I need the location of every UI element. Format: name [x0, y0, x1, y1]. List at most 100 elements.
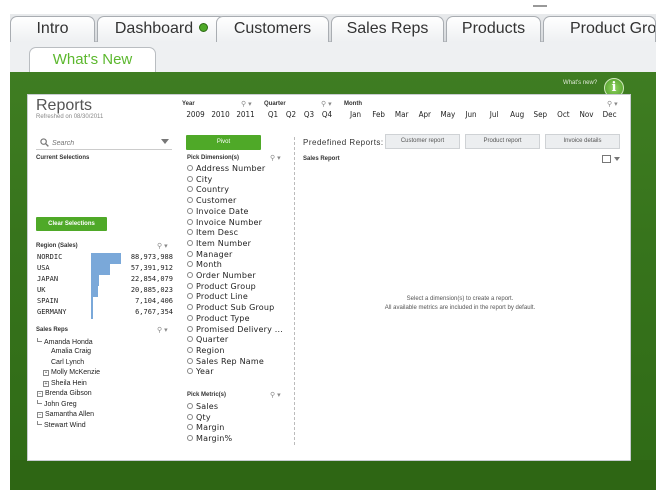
sales-rep-item[interactable]: Stewart Wind — [37, 421, 86, 429]
radio-icon — [187, 346, 193, 353]
sales-rep-name: Molly McKenzie — [51, 369, 101, 377]
sales-rep-item[interactable]: Carl Lynch — [51, 359, 84, 366]
tab-sales-reps[interactable]: Sales Reps — [331, 16, 444, 42]
region-row[interactable]: USA 57,391,912 — [37, 264, 173, 275]
dimension-option[interactable]: Item Desc — [187, 228, 238, 237]
tree-branch-icon — [37, 421, 42, 426]
metric-menu-icon[interactable]: ⚲ ▾ — [270, 391, 281, 399]
dimension-option[interactable]: Item Number — [187, 239, 251, 248]
year-option[interactable]: 2011 — [233, 110, 258, 119]
quarter-option[interactable]: Q4 — [318, 110, 336, 119]
table-options-icon[interactable] — [602, 155, 611, 163]
dimension-option[interactable]: Promised Delivery ... — [187, 325, 283, 334]
dimension-label: Quarter — [196, 335, 229, 345]
metric-option[interactable]: Margin% — [187, 434, 232, 443]
minimize-dash[interactable] — [533, 5, 547, 7]
sales-rep-item[interactable]: John Greg — [37, 400, 77, 408]
dimension-option[interactable]: Region — [187, 346, 225, 355]
tab-products[interactable]: Products — [446, 16, 541, 42]
expand-icon[interactable]: − — [37, 411, 43, 418]
search-input[interactable] — [52, 138, 152, 148]
expand-icon[interactable]: + — [43, 380, 49, 387]
dimension-option[interactable]: Manager — [187, 250, 232, 259]
month-option[interactable]: Feb — [367, 110, 390, 119]
quarter-option[interactable]: Q3 — [300, 110, 318, 119]
dimension-label: Region — [196, 345, 225, 355]
dimension-option[interactable]: Quarter — [187, 335, 228, 344]
dimension-option[interactable]: Address Number — [187, 164, 265, 173]
dimension-option[interactable]: Product Sub Group — [187, 303, 274, 312]
selected-dot-icon: • — [43, 370, 49, 377]
dimension-label: Sales Rep Name — [196, 356, 264, 366]
month-option[interactable]: Jul — [483, 110, 506, 119]
month-option[interactable]: Dec — [598, 110, 621, 119]
year-listbox-menu-icon[interactable]: ⚲ ▾ — [241, 100, 252, 108]
dimension-option[interactable]: Sales Rep Name — [187, 357, 264, 366]
month-option[interactable]: Jan — [344, 110, 367, 119]
dimension-option[interactable]: Invoice Date — [187, 207, 249, 216]
radio-icon — [187, 272, 193, 278]
clear-selections-button[interactable]: Clear Selections — [36, 217, 107, 231]
sales-rep-name: Amanda Honda — [44, 339, 93, 346]
sales-rep-item[interactable]: − Brenda Gibson — [37, 390, 92, 397]
dimension-option[interactable]: Product Group — [187, 282, 256, 291]
region-row[interactable]: GERMANY 6,767,354 — [37, 308, 173, 319]
quarter-option[interactable]: Q2 — [282, 110, 300, 119]
dimension-option[interactable]: Country — [187, 185, 229, 194]
tab-label: Sales Reps — [346, 20, 429, 37]
year-option[interactable]: 2009 — [183, 110, 208, 119]
region-row[interactable]: SPAIN 7,104,406 — [37, 297, 173, 308]
month-option[interactable]: Jun — [460, 110, 483, 119]
year-label: Year — [182, 101, 195, 107]
sales-rep-item[interactable]: • Molly McKenzie — [43, 369, 101, 377]
pivot-button[interactable]: Pivot — [186, 135, 261, 150]
search-dropdown-icon[interactable] — [161, 139, 169, 144]
tab-intro[interactable]: Intro — [10, 16, 95, 42]
quarter-option[interactable]: Q1 — [264, 110, 282, 119]
quarter-listbox-menu-icon[interactable]: ⚲ ▾ — [321, 100, 332, 108]
tab-product-group[interactable]: Product Grou — [543, 16, 656, 42]
region-row[interactable]: UK 20,885,023 — [37, 286, 173, 297]
table-options-dropdown-icon[interactable] — [614, 157, 620, 161]
metric-label: Sales — [196, 402, 219, 411]
metric-option[interactable]: Margin — [187, 423, 225, 432]
dimension-menu-icon[interactable]: ⚲ ▾ — [270, 154, 281, 162]
tab-customers[interactable]: Customers — [216, 16, 329, 42]
sales-rep-item[interactable]: − Samantha Allen — [37, 411, 94, 418]
product-report-button[interactable]: Product report — [465, 134, 540, 149]
metric-option[interactable]: Qty — [187, 413, 211, 422]
sales-rep-item[interactable]: Amalia Craig — [51, 348, 91, 355]
dimension-option[interactable]: City — [187, 175, 212, 184]
sales-rep-item[interactable]: Amanda Honda — [37, 338, 93, 346]
month-listbox-menu-icon[interactable]: ⚲ ▾ — [607, 100, 618, 108]
dimension-label: Product Sub Group — [196, 303, 275, 313]
month-option[interactable]: May — [436, 110, 459, 119]
dimension-option[interactable]: Customer — [187, 196, 236, 205]
month-option[interactable]: Apr — [413, 110, 436, 119]
dimension-option[interactable]: Order Number — [187, 271, 256, 280]
customer-report-button[interactable]: Customer report — [385, 134, 460, 149]
dimension-option[interactable]: Product Line — [187, 292, 248, 301]
year-option[interactable]: 2010 — [208, 110, 233, 119]
whats-new-link[interactable]: What's new? — [563, 80, 597, 86]
dimension-option[interactable]: Product Type — [187, 314, 250, 323]
metric-option[interactable]: Sales — [187, 402, 218, 411]
dimension-option[interactable]: Invoice Number — [187, 218, 262, 227]
invoice-details-button[interactable]: Invoice details — [545, 134, 620, 149]
tab-dashboard[interactable]: Dashboard — [97, 16, 226, 42]
region-row[interactable]: NORDIC 88,973,988 — [37, 253, 173, 264]
sales-rep-item[interactable]: + Sheila Hein — [43, 380, 87, 387]
radio-icon — [187, 207, 193, 214]
expand-icon[interactable]: − — [37, 391, 43, 397]
dimension-option[interactable]: Year — [187, 367, 214, 376]
dimension-option[interactable]: Month — [187, 260, 222, 269]
month-option[interactable]: Aug — [506, 110, 529, 119]
month-option[interactable]: Nov — [575, 110, 598, 119]
month-option[interactable]: Oct — [552, 110, 575, 119]
sales-reps-search-icon[interactable]: ⚲ ▾ — [157, 326, 168, 334]
tab-whats-new[interactable]: What's New — [29, 47, 156, 73]
region-search-icon[interactable]: ⚲ ▾ — [157, 242, 168, 250]
month-option[interactable]: Mar — [390, 110, 413, 119]
month-option[interactable]: Sep — [529, 110, 552, 119]
region-row[interactable]: JAPAN 22,854,079 — [37, 275, 173, 286]
